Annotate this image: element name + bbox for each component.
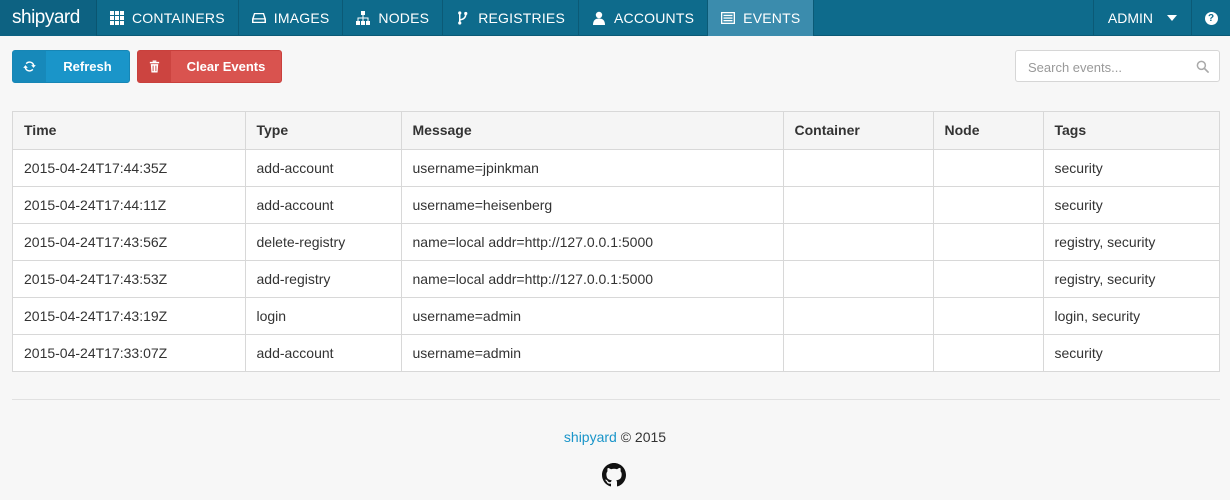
cell-container: [783, 149, 934, 187]
footer: shipyard © 2015: [0, 429, 1230, 445]
user-menu-dropdown[interactable]: ADMIN: [1094, 0, 1192, 36]
cell-message: username=jpinkman: [401, 149, 784, 187]
cell-node: [933, 297, 1044, 335]
cell-tags: registry, security: [1043, 260, 1219, 298]
cell-time: 2015-04-24T17:44:11Z: [13, 186, 246, 224]
cell-container: [783, 186, 934, 224]
nav-label: REGISTRIES: [478, 10, 565, 26]
cell-message: name=local addr=http://127.0.0.1:5000: [401, 223, 784, 261]
table-row: 2015-04-24T17:43:19Z login username=admi…: [13, 297, 1219, 335]
cell-type: add-account: [245, 334, 402, 371]
cell-container: [783, 223, 934, 261]
cell-time: 2015-04-24T17:44:35Z: [13, 149, 246, 187]
cell-tags: security: [1043, 149, 1219, 187]
table-header-row: Time Type Message Container Node Tags: [13, 112, 1219, 150]
sitemap-icon: [356, 11, 371, 25]
column-header-message[interactable]: Message: [401, 112, 784, 150]
cell-container: [783, 260, 934, 298]
cell-message: name=local addr=http://127.0.0.1:5000: [401, 260, 784, 298]
branch-icon: [458, 11, 468, 25]
table-row: 2015-04-24T17:33:07Z add-account usernam…: [13, 334, 1219, 371]
list-icon: [721, 12, 736, 24]
refresh-button-label: Refresh: [63, 59, 112, 74]
drive-icon: [251, 13, 266, 23]
cell-message: username=admin: [401, 334, 784, 371]
cell-type: add-account: [245, 149, 402, 187]
column-header-time[interactable]: Time: [13, 112, 246, 150]
cell-node: [933, 260, 1044, 298]
cell-tags: registry, security: [1043, 223, 1219, 261]
cell-type: add-account: [245, 186, 402, 224]
user-icon: [593, 11, 605, 25]
refresh-icon: [13, 51, 46, 82]
nav-right: ADMIN ?: [1092, 0, 1230, 36]
brand-logo[interactable]: shipyard: [0, 0, 97, 36]
cell-time: 2015-04-24T17:33:07Z: [13, 334, 246, 371]
table-row: 2015-04-24T17:44:35Z add-account usernam…: [13, 149, 1219, 187]
nav-item-nodes[interactable]: NODES: [343, 0, 444, 36]
search-input[interactable]: [1028, 58, 1188, 76]
cell-tags: login, security: [1043, 297, 1219, 335]
footer-copyright: © 2015: [616, 429, 667, 445]
nav-label: NODES: [378, 10, 430, 26]
nav-item-accounts[interactable]: ACCOUNTS: [579, 0, 709, 36]
table-row: 2015-04-24T17:43:53Z add-registry name=l…: [13, 260, 1219, 298]
refresh-button[interactable]: Refresh: [12, 50, 130, 83]
question-circle-icon: ?: [1204, 11, 1218, 25]
nav-item-registries[interactable]: REGISTRIES: [443, 0, 579, 36]
cell-message: username=admin: [401, 297, 784, 335]
events-table: Time Type Message Container Node Tags 20…: [12, 111, 1220, 372]
column-header-node[interactable]: Node: [933, 112, 1044, 150]
nav-item-events[interactable]: EVENTS: [708, 0, 815, 36]
nav-label: IMAGES: [273, 10, 330, 26]
user-menu-label: ADMIN: [1107, 10, 1153, 26]
github-icon[interactable]: [602, 463, 626, 487]
clear-events-button[interactable]: Clear Events: [137, 50, 282, 83]
column-header-container[interactable]: Container: [783, 112, 934, 150]
cell-time: 2015-04-24T17:43:19Z: [13, 297, 246, 335]
cell-container: [783, 334, 934, 371]
nav-label: ACCOUNTS: [614, 10, 695, 26]
table-row: 2015-04-24T17:43:56Z delete-registry nam…: [13, 223, 1219, 261]
cell-node: [933, 334, 1044, 371]
cell-type: login: [245, 297, 402, 335]
nav-label: EVENTS: [743, 10, 801, 26]
caret-down-icon: [1167, 15, 1177, 21]
column-header-tags[interactable]: Tags: [1043, 112, 1219, 150]
cell-tags: security: [1043, 186, 1219, 224]
trash-icon: [138, 51, 171, 82]
cell-node: [933, 223, 1044, 261]
table-row: 2015-04-24T17:44:11Z add-account usernam…: [13, 186, 1219, 224]
nav-item-containers[interactable]: CONTAINERS: [97, 0, 239, 36]
grid-icon: [110, 11, 124, 25]
clear-events-button-label: Clear Events: [186, 59, 266, 74]
cell-container: [783, 297, 934, 335]
cell-node: [933, 149, 1044, 187]
footer-divider: [12, 399, 1220, 400]
nav-item-images[interactable]: IMAGES: [239, 0, 344, 36]
cell-time: 2015-04-24T17:43:53Z: [13, 260, 246, 298]
cell-time: 2015-04-24T17:43:56Z: [13, 223, 246, 261]
cell-node: [933, 186, 1044, 224]
cell-type: add-registry: [245, 260, 402, 298]
top-navbar: shipyard CONTAINERS IMAGES NODES REGISTR…: [0, 0, 1230, 36]
help-button[interactable]: ?: [1192, 0, 1230, 36]
cell-type: delete-registry: [245, 223, 402, 261]
cell-tags: security: [1054, 344, 1103, 361]
nav-label: CONTAINERS: [132, 10, 225, 26]
footer-shipyard-link[interactable]: shipyard: [564, 429, 617, 445]
search-box: [1015, 50, 1220, 82]
cell-message: username=heisenberg: [401, 186, 784, 224]
search-icon[interactable]: [1196, 60, 1209, 73]
column-header-type[interactable]: Type: [245, 112, 402, 150]
